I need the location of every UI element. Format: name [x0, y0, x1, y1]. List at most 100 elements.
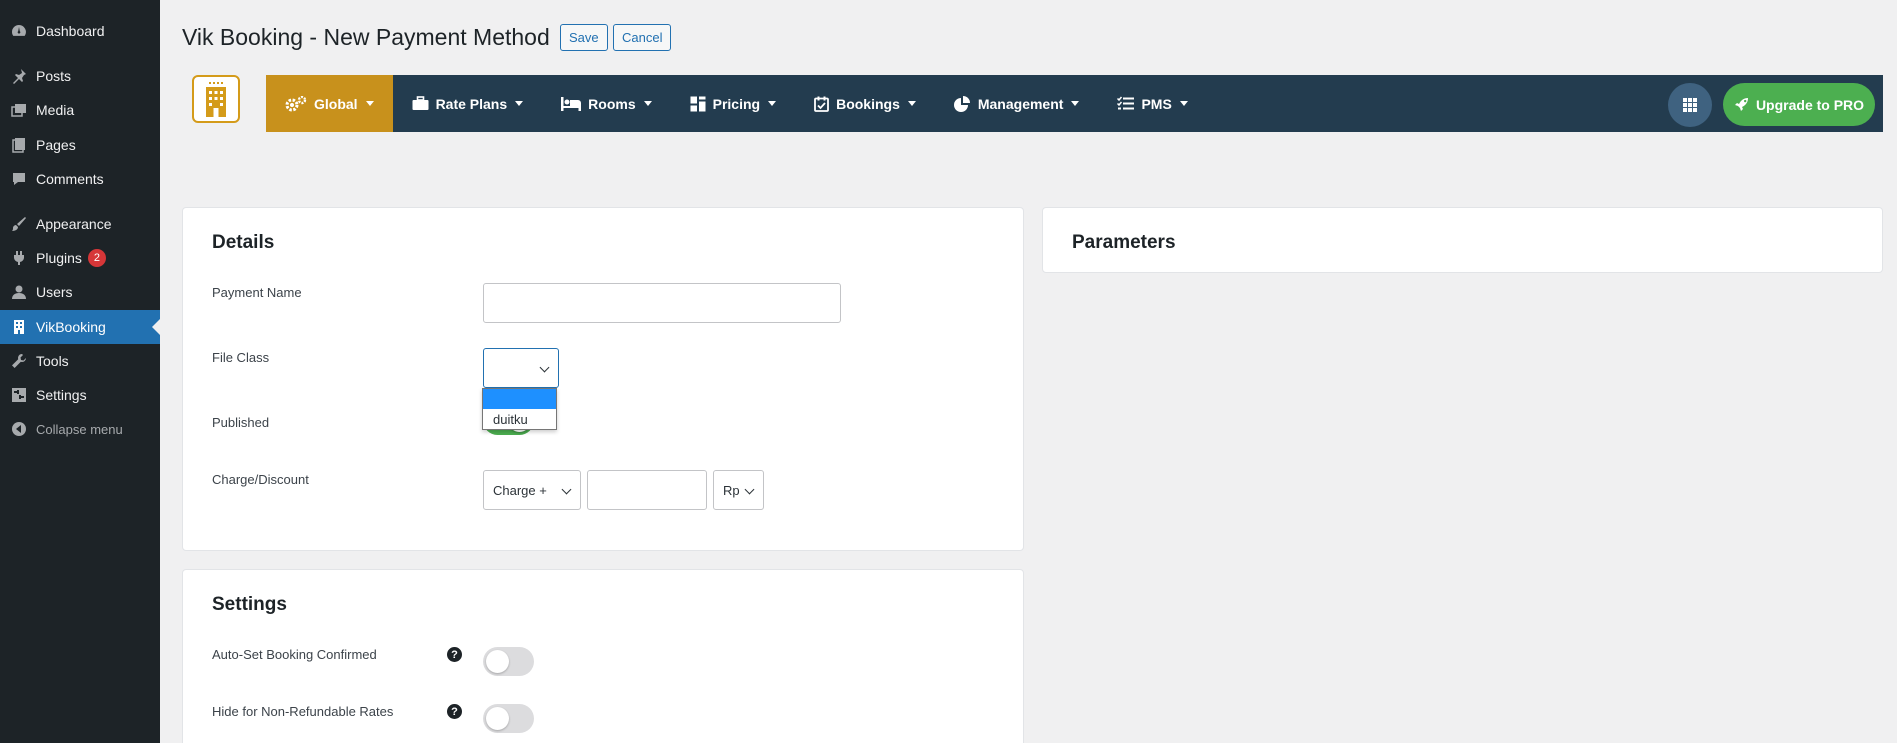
sidebar-item-media[interactable]: Media: [0, 93, 160, 127]
cancel-button[interactable]: Cancel: [613, 24, 672, 51]
payment-name-label: Payment Name: [212, 285, 302, 300]
settings-title: Settings: [212, 594, 287, 615]
chevron-down-icon: [539, 362, 550, 373]
nav-label: Rooms: [588, 95, 636, 112]
chevron-down-icon: [1071, 101, 1080, 106]
sidebar-item-label: Appearance: [36, 216, 112, 232]
user-icon: [10, 283, 28, 301]
sidebar-item-appearance[interactable]: Appearance: [0, 207, 160, 241]
nav-management[interactable]: Management: [935, 75, 1099, 132]
media-icon: [10, 101, 28, 119]
nav-label: Bookings: [836, 95, 900, 112]
charge-unit-select[interactable]: Rp: [713, 470, 764, 510]
chevron-down-icon: [907, 101, 916, 106]
plugins-update-badge: 2: [87, 249, 106, 267]
parameters-title: Parameters: [1072, 232, 1176, 253]
hide-nonrefundable-label: Hide for Non-Refundable Rates: [212, 704, 394, 719]
sidebar-item-pages[interactable]: Pages: [0, 128, 160, 162]
help-icon[interactable]: ?: [447, 704, 462, 719]
payment-name-input[interactable]: [483, 283, 841, 323]
nav-rooms[interactable]: Rooms: [542, 75, 670, 132]
sidebar-item-label: Dashboard: [36, 23, 105, 39]
pricing-icon: [690, 96, 706, 112]
sidebar-item-label: Users: [36, 284, 73, 300]
nav-pricing[interactable]: Pricing: [671, 75, 795, 132]
chevron-down-icon: [1179, 101, 1188, 106]
admin-sidebar: Dashboard Posts Media Pages Comments App…: [0, 0, 160, 743]
main-navbar: Global Rate Plans Rooms Pricing Bookings…: [266, 75, 1883, 132]
charge-type-select[interactable]: Charge +: [483, 470, 581, 510]
details-title: Details: [212, 232, 275, 253]
list-check-icon: [1117, 96, 1135, 111]
nav-label: Global: [314, 95, 358, 112]
gears-icon: [285, 95, 307, 112]
details-panel: Details Payment Name File Class Publishe…: [182, 207, 1024, 551]
save-button[interactable]: Save: [560, 24, 608, 51]
file-class-option-empty[interactable]: [483, 389, 556, 409]
settings-panel: Settings Auto-Set Booking Confirmed ? Hi…: [182, 569, 1024, 743]
vikbooking-logo[interactable]: [192, 75, 240, 123]
nav-rate-plans[interactable]: Rate Plans: [393, 75, 543, 132]
nav-label: Rate Plans: [435, 95, 508, 112]
page-title: Vik Booking - New Payment Method: [182, 24, 550, 50]
briefcase-icon: [412, 96, 429, 111]
comments-icon: [10, 170, 28, 188]
chevron-down-icon: [768, 101, 777, 106]
file-class-select[interactable]: [483, 348, 559, 388]
charge-amount-input[interactable]: [587, 470, 707, 510]
collapse-icon: [10, 420, 28, 438]
sidebar-item-posts[interactable]: Posts: [0, 59, 160, 93]
charge-unit-value: Rp: [723, 482, 740, 498]
sidebar-item-label: VikBooking: [36, 319, 106, 335]
parameters-panel: Parameters: [1042, 207, 1883, 273]
sidebar-item-settings[interactable]: Settings: [0, 378, 160, 412]
file-class-label: File Class: [212, 350, 270, 365]
file-class-option-duitku[interactable]: duitku: [483, 409, 556, 429]
toggle-knob: [486, 650, 509, 673]
sidebar-item-label: Collapse menu: [36, 421, 123, 437]
collapse-menu-button[interactable]: Collapse menu: [0, 412, 160, 446]
chevron-down-icon: [643, 101, 652, 106]
sidebar-item-label: Tools: [36, 353, 69, 369]
nav-label: Management: [977, 95, 1064, 112]
plugin-icon: [10, 249, 28, 267]
sidebar-item-vikbooking[interactable]: VikBooking: [0, 310, 160, 344]
dashboard-icon: [10, 22, 28, 40]
file-class-dropdown: duitku: [482, 388, 557, 430]
bed-icon: [561, 96, 582, 111]
hide-nonrefundable-toggle[interactable]: [483, 704, 534, 733]
sidebar-item-label: Settings: [36, 387, 87, 403]
nav-global[interactable]: Global: [266, 75, 393, 132]
sidebar-item-label: Pages: [36, 137, 76, 153]
sidebar-item-label: Media: [36, 102, 75, 118]
brush-icon: [10, 215, 28, 233]
nav-pms[interactable]: PMS: [1098, 75, 1206, 132]
pin-icon: [10, 67, 28, 85]
rocket-icon: [1734, 98, 1748, 111]
apps-grid-button[interactable]: [1668, 83, 1712, 127]
toggle-knob: [486, 707, 509, 730]
pages-icon: [10, 136, 28, 154]
sidebar-item-plugins[interactable]: Plugins 2: [0, 241, 160, 275]
charge-discount-label: Charge/Discount: [212, 472, 309, 487]
chevron-down-icon: [365, 101, 374, 106]
nav-label: PMS: [1141, 95, 1172, 112]
upgrade-label: Upgrade to PRO: [1755, 96, 1865, 113]
upgrade-pro-button[interactable]: Upgrade to PRO: [1723, 83, 1875, 126]
sidebar-item-label: Comments: [36, 171, 104, 187]
building-icon: [10, 318, 28, 336]
wrench-icon: [10, 352, 28, 370]
grid-icon: [1683, 98, 1697, 112]
chevron-down-icon: [515, 101, 524, 106]
chevron-down-icon: [561, 484, 572, 495]
sidebar-item-users[interactable]: Users: [0, 275, 160, 309]
auto-confirm-toggle[interactable]: [483, 647, 534, 676]
sidebar-item-dashboard[interactable]: Dashboard: [0, 14, 160, 48]
auto-confirm-label: Auto-Set Booking Confirmed: [212, 647, 377, 662]
help-icon[interactable]: ?: [447, 647, 462, 662]
nav-bookings[interactable]: Bookings: [795, 75, 935, 132]
sidebar-item-tools[interactable]: Tools: [0, 344, 160, 378]
published-label: Published: [212, 415, 270, 430]
chevron-down-icon: [744, 484, 755, 495]
sidebar-item-comments[interactable]: Comments: [0, 162, 160, 196]
